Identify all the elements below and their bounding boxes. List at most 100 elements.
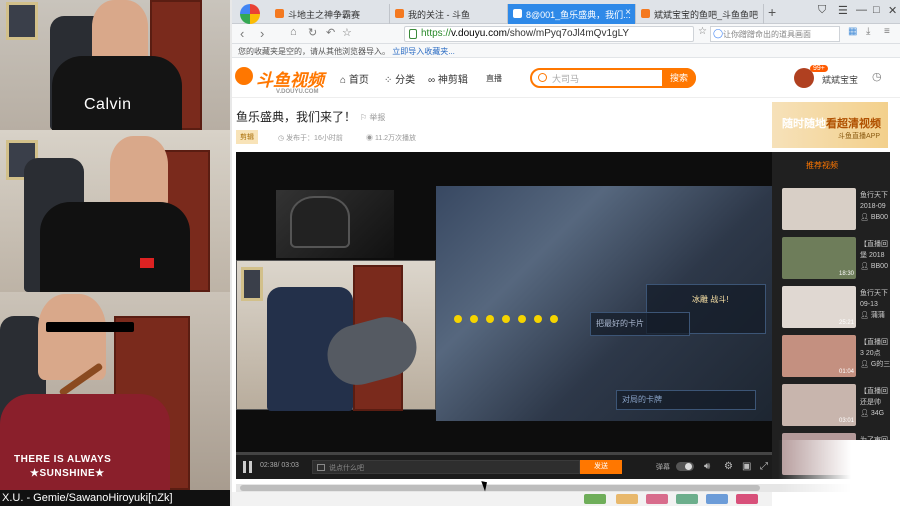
- video-thumbnail[interactable]: 25:21: [782, 286, 856, 328]
- browser-logo-icon[interactable]: [240, 4, 260, 24]
- video-thumbnail[interactable]: 03:01: [782, 384, 856, 426]
- search-icon: [538, 73, 547, 82]
- webcam-frame-1: Calvin: [0, 0, 230, 130]
- gear-overlay-image: [276, 190, 394, 258]
- tab-4[interactable]: 斌斌宝宝的鱼吧_斗鱼鱼吧: [636, 4, 764, 24]
- shirt-icon[interactable]: ⛉: [818, 4, 826, 17]
- view-count: ◉ 11.2万次播放: [366, 135, 417, 142]
- tab-2[interactable]: 我的关注 - 斗鱼: [390, 4, 508, 24]
- username[interactable]: 斌斌宝宝: [822, 73, 858, 86]
- recommended-video-item[interactable]: 鱼行天下 2018-09 👤︎ BB00: [782, 188, 890, 232]
- navigation-bar: ‹ › ⌂ ↻ ↶ ☆ https://v.douyu.com/show/mPy…: [232, 24, 900, 44]
- video-tag[interactable]: 剪辑: [236, 130, 258, 144]
- star-icon[interactable]: ☆: [698, 26, 707, 37]
- video-title[interactable]: 【直播回堡 2018 👤︎ BB00: [860, 239, 888, 272]
- webcam-frame-2: [0, 130, 230, 292]
- publish-time: ◷ 发布于：16小时前: [278, 135, 343, 142]
- browser-window: 斗地主之神争霸赛 我的关注 - 斗鱼 8@001_鱼乐盛典，我们... × 斌斌…: [232, 0, 900, 506]
- settings-icon[interactable]: ⚙: [724, 461, 733, 472]
- video-title[interactable]: 鱼行天下 09-13 👤︎ 蒲蒲: [860, 288, 888, 321]
- video-duration: 01:04: [838, 369, 854, 375]
- minimize-icon[interactable]: —: [856, 4, 867, 16]
- new-tab-button[interactable]: +: [768, 4, 776, 20]
- recommended-video-item[interactable]: 25:21 鱼行天下 09-13 👤︎ 蒲蒲: [782, 286, 890, 330]
- nav-category[interactable]: ⁘ 分类: [384, 71, 415, 86]
- import-favorites-link[interactable]: 立即导入收藏夹...: [392, 47, 455, 56]
- home-icon: ⌂: [340, 75, 347, 86]
- back-icon[interactable]: ‹: [240, 26, 244, 41]
- more-icon[interactable]: ≡: [884, 26, 890, 37]
- douyu-favicon-icon: [395, 9, 404, 18]
- tab-3-active[interactable]: 8@001_鱼乐盛典，我们... ×: [508, 4, 636, 24]
- glasses-icon: ∞: [428, 75, 436, 86]
- bookmark-star-icon[interactable]: ☆: [342, 26, 352, 39]
- nav-live[interactable]: 直播: [486, 73, 502, 84]
- shirt-text-2: ★SUNSHINE★: [30, 468, 105, 479]
- send-button[interactable]: 发送: [580, 460, 622, 474]
- report-link[interactable]: ⚐ 举报: [360, 112, 385, 123]
- video-player[interactable]: 冰雕 战斗! 把最好的卡片 对局的卡牌: [236, 152, 773, 452]
- browser-search-input[interactable]: ◯ 让你蹭蹭命出的道具画面: [710, 26, 840, 42]
- nav-editing[interactable]: ∞ 神剪辑: [428, 71, 468, 86]
- user-icon: 👤︎: [860, 361, 871, 368]
- user-icon: 👤︎: [860, 312, 871, 319]
- douyu-favicon-icon: [641, 9, 650, 18]
- eye-icon: ◉: [366, 135, 373, 142]
- shirt-text-1: THERE IS ALWAYS: [14, 454, 112, 465]
- nav-home[interactable]: ⌂ 首页: [340, 71, 369, 86]
- volume-icon[interactable]: 🔊︎: [704, 461, 710, 472]
- recommended-video-item[interactable]: 18:30 【直播回堡 2018 👤︎ BB00: [782, 237, 890, 281]
- bottom-thumbnail-strip: [232, 492, 772, 506]
- site-search-button[interactable]: 搜索: [662, 68, 696, 88]
- video-thumbnail[interactable]: [782, 188, 856, 230]
- video-duration: 18:30: [838, 271, 854, 277]
- site-search-input[interactable]: 大司马 搜索: [530, 68, 696, 88]
- recommended-title: 推荐视频: [806, 161, 838, 170]
- user-icon: 👤︎: [860, 263, 871, 270]
- grid-icon[interactable]: ▦: [848, 26, 857, 37]
- danmu-input[interactable]: 说点什么吧: [312, 460, 580, 474]
- window-close-icon[interactable]: ✕: [888, 4, 897, 17]
- danmu-label: 弹幕: [656, 464, 670, 471]
- video-title[interactable]: 【直播回 还是帅 👤︎ 34G: [860, 386, 888, 419]
- douyu-favicon-icon: [513, 9, 522, 18]
- history-icon[interactable]: ◷: [872, 70, 882, 83]
- video-thumbnail[interactable]: 01:04: [782, 335, 856, 377]
- undo-icon[interactable]: ↶: [326, 26, 335, 39]
- tab-bar: 斗地主之神争霸赛 我的关注 - 斗鱼 8@001_鱼乐盛典，我们... × 斌斌…: [232, 0, 900, 24]
- pause-icon[interactable]: [243, 461, 253, 473]
- user-icon: 👤︎: [860, 410, 871, 417]
- widescreen-icon[interactable]: ▣: [742, 461, 751, 472]
- clock-icon: ◷: [278, 135, 285, 142]
- danmu-toggle[interactable]: [676, 462, 694, 471]
- video-duration: 25:21: [838, 320, 854, 326]
- sunglasses-icon: [46, 322, 134, 332]
- recommended-video-item[interactable]: 03:01 【直播回 还是帅 👤︎ 34G: [782, 384, 890, 428]
- scrollbar-thumb[interactable]: [240, 485, 760, 491]
- notification-badge: 99+: [810, 65, 828, 72]
- forward-icon[interactable]: ›: [260, 26, 264, 41]
- video-thumbnail[interactable]: 18:30: [782, 237, 856, 279]
- app-promo-banner[interactable]: 随时随地看超清视频 斗鱼直播APP: [772, 102, 888, 148]
- recommended-video-item[interactable]: 01:04 【直播回 3 20点 👤︎ G的三: [782, 335, 890, 379]
- tab-1[interactable]: 斗地主之神争霸赛: [270, 4, 390, 24]
- close-tab-icon[interactable]: ×: [625, 7, 631, 18]
- report-icon: ⚐: [360, 113, 368, 122]
- video-title[interactable]: 鱼行天下 2018-09 👤︎ BB00: [860, 190, 888, 223]
- address-bar[interactable]: https://v.douyu.com/show/mPyq7oJl4mQv1gL…: [404, 26, 694, 42]
- download-icon[interactable]: ⤓: [866, 26, 870, 37]
- maximize-icon[interactable]: □: [873, 4, 880, 16]
- danmu-style-icon[interactable]: [317, 464, 325, 471]
- home-icon[interactable]: ⌂: [290, 26, 297, 38]
- time-display: 02:38/ 03:03: [260, 462, 299, 469]
- menu-icon[interactable]: ☰: [838, 4, 848, 17]
- video-title[interactable]: 【直播回 3 20点 👤︎ G的三: [860, 337, 890, 370]
- refresh-icon[interactable]: ↻: [308, 26, 317, 39]
- favorites-bar: 您的收藏夹是空的，请从其他浏览器导入。 立即导入收藏夹...: [232, 44, 900, 58]
- fullscreen-icon[interactable]: ⤢: [760, 461, 768, 472]
- favorites-empty-text: 您的收藏夹是空的，请从其他浏览器导入。: [238, 47, 390, 56]
- site-logo[interactable]: 斗鱼视频 V.DOUYU.COM: [256, 66, 324, 95]
- portrait-frame: [241, 267, 263, 301]
- search-engine-icon: ◯: [713, 28, 724, 38]
- video-duration: 03:01: [838, 418, 854, 424]
